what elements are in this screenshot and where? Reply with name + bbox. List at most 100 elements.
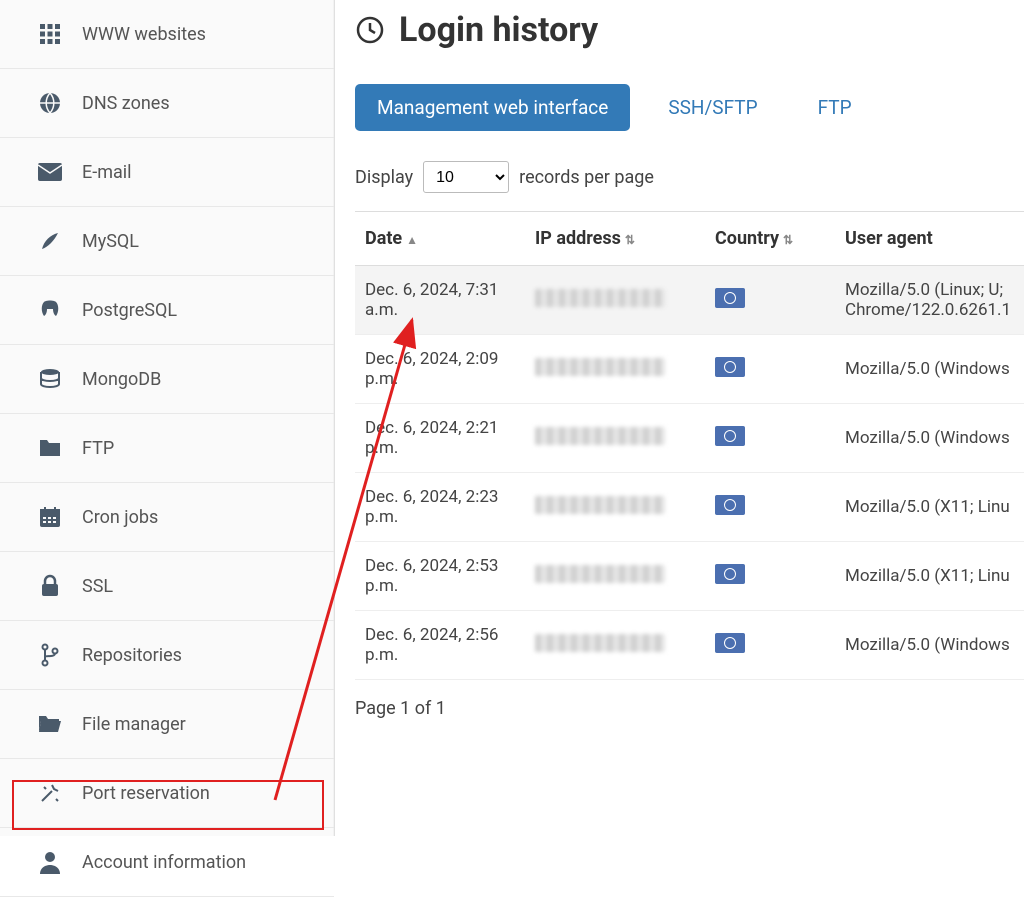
sidebar-item-label: MongoDB xyxy=(82,369,161,390)
cell-date: Dec. 6, 2024, 2:56 p.m. xyxy=(355,611,525,680)
flag-icon xyxy=(715,495,745,515)
elephant-icon xyxy=(36,296,64,324)
cell-ip xyxy=(525,611,705,680)
flag-icon xyxy=(715,426,745,446)
cell-date: Dec. 6, 2024, 2:23 p.m. xyxy=(355,473,525,542)
main-content: Login history Management web interface S… xyxy=(335,0,1024,836)
flag-icon xyxy=(715,357,745,377)
sidebar-item-label: PostgreSQL xyxy=(82,300,177,321)
flag-icon xyxy=(715,288,745,308)
sidebar-item-label: File manager xyxy=(82,714,186,735)
cell-country xyxy=(705,266,835,335)
flag-icon xyxy=(715,564,745,584)
redacted-ip xyxy=(535,427,665,445)
sidebar-item-label: MySQL xyxy=(82,231,139,252)
col-header-country[interactable]: Country⇅ xyxy=(705,212,835,266)
clock-icon xyxy=(355,15,385,45)
cell-date: Dec. 6, 2024, 2:09 p.m. xyxy=(355,335,525,404)
sidebar-item-postgres[interactable]: PostgreSQL xyxy=(0,276,334,345)
tab-ssh[interactable]: SSH/SFTP xyxy=(646,84,779,131)
tab-label: FTP xyxy=(818,96,852,119)
grid-icon xyxy=(36,20,64,48)
cell-date: Dec. 6, 2024, 7:31 a.m. xyxy=(355,266,525,335)
redacted-ip xyxy=(535,496,665,514)
sidebar-item-label: Port reservation xyxy=(82,783,210,804)
table-row: Dec. 6, 2024, 2:09 p.m. Mozilla/5.0 (Win… xyxy=(355,335,1024,404)
sidebar-item-files[interactable]: File manager xyxy=(0,690,334,759)
sidebar-item-label: FTP xyxy=(82,438,114,459)
sidebar-item-label: WWW websites xyxy=(82,24,206,45)
cell-ua: Mozilla/5.0 (Windows xyxy=(835,335,1024,404)
display-label-post: records per page xyxy=(519,167,654,188)
cell-ip xyxy=(525,404,705,473)
sidebar-item-ports[interactable]: Port reservation xyxy=(0,759,334,828)
cell-ua: Mozilla/5.0 (Windows xyxy=(835,404,1024,473)
col-header-ua[interactable]: User agent xyxy=(835,212,1024,266)
tab-label: Management web interface xyxy=(377,96,608,119)
sidebar-item-mongodb[interactable]: MongoDB xyxy=(0,345,334,414)
login-history-table: Date▲ IP address⇅ Country⇅ User agent De… xyxy=(355,211,1024,680)
sidebar-item-cron[interactable]: Cron jobs xyxy=(0,483,334,552)
calendar-icon xyxy=(36,503,64,531)
page-title: Login history xyxy=(355,10,1024,50)
table-row: Dec. 6, 2024, 2:56 p.m. Mozilla/5.0 (Win… xyxy=(355,611,1024,680)
sort-icon: ⇅ xyxy=(783,233,793,247)
table-row: Dec. 6, 2024, 2:21 p.m. Mozilla/5.0 (Win… xyxy=(355,404,1024,473)
table-row: Dec. 6, 2024, 2:53 p.m. Mozilla/5.0 (X11… xyxy=(355,542,1024,611)
records-per-page-select[interactable]: 10 xyxy=(423,161,509,193)
feather-icon xyxy=(36,227,64,255)
cell-country xyxy=(705,404,835,473)
sidebar-item-ssl[interactable]: SSL xyxy=(0,552,334,621)
cell-date: Dec. 6, 2024, 2:53 p.m. xyxy=(355,542,525,611)
sort-asc-icon: ▲ xyxy=(406,233,418,247)
sidebar-item-ftp[interactable]: FTP xyxy=(0,414,334,483)
sidebar-item-label: E-mail xyxy=(82,162,132,183)
sidebar-item-label: DNS zones xyxy=(82,93,170,114)
sidebar-item-repos[interactable]: Repositories xyxy=(0,621,334,690)
sidebar: WWW websites DNS zones E-mail MySQL Post… xyxy=(0,0,335,836)
sidebar-item-account[interactable]: Account information xyxy=(0,828,334,897)
user-icon xyxy=(36,848,64,876)
flag-icon xyxy=(715,633,745,653)
spark-icon xyxy=(36,779,64,807)
lock-icon xyxy=(36,572,64,600)
cell-date: Dec. 6, 2024, 2:21 p.m. xyxy=(355,404,525,473)
sidebar-item-label: Cron jobs xyxy=(82,507,158,528)
redacted-ip xyxy=(535,289,665,307)
table-row: Dec. 6, 2024, 2:23 p.m. Mozilla/5.0 (X11… xyxy=(355,473,1024,542)
sort-icon: ⇅ xyxy=(625,233,635,247)
sidebar-item-email[interactable]: E-mail xyxy=(0,138,334,207)
cell-ua: Mozilla/5.0 (Linux; U; Chrome/122.0.6261… xyxy=(835,266,1024,335)
tabs: Management web interface SSH/SFTP FTP xyxy=(355,84,1024,131)
records-per-page-row: Display 10 records per page xyxy=(355,161,1024,193)
envelope-icon xyxy=(36,158,64,186)
col-header-ip[interactable]: IP address⇅ xyxy=(525,212,705,266)
database-icon xyxy=(36,365,64,393)
sidebar-item-mysql[interactable]: MySQL xyxy=(0,207,334,276)
redacted-ip xyxy=(535,565,665,583)
cell-ip xyxy=(525,266,705,335)
cell-ip xyxy=(525,542,705,611)
tab-label: SSH/SFTP xyxy=(668,96,757,119)
cell-ip xyxy=(525,335,705,404)
sidebar-item-dns[interactable]: DNS zones xyxy=(0,69,334,138)
display-label-pre: Display xyxy=(355,167,413,188)
cell-ip xyxy=(525,473,705,542)
sidebar-item-label: Repositories xyxy=(82,645,182,666)
cell-country xyxy=(705,611,835,680)
col-header-date[interactable]: Date▲ xyxy=(355,212,525,266)
pagination-text: Page 1 of 1 xyxy=(355,698,1024,719)
tab-web-interface[interactable]: Management web interface xyxy=(355,84,630,131)
sidebar-item-www[interactable]: WWW websites xyxy=(0,0,334,69)
cell-country xyxy=(705,473,835,542)
cell-ua: Mozilla/5.0 (X11; Linu xyxy=(835,473,1024,542)
folder-icon xyxy=(36,434,64,462)
tab-ftp[interactable]: FTP xyxy=(796,84,874,131)
cell-ua: Mozilla/5.0 (Windows xyxy=(835,611,1024,680)
sidebar-item-label: Account information xyxy=(82,852,246,873)
page-title-text: Login history xyxy=(399,10,598,50)
folder-open-icon xyxy=(36,710,64,738)
branch-icon xyxy=(36,641,64,669)
globe-icon xyxy=(36,89,64,117)
cell-country xyxy=(705,335,835,404)
